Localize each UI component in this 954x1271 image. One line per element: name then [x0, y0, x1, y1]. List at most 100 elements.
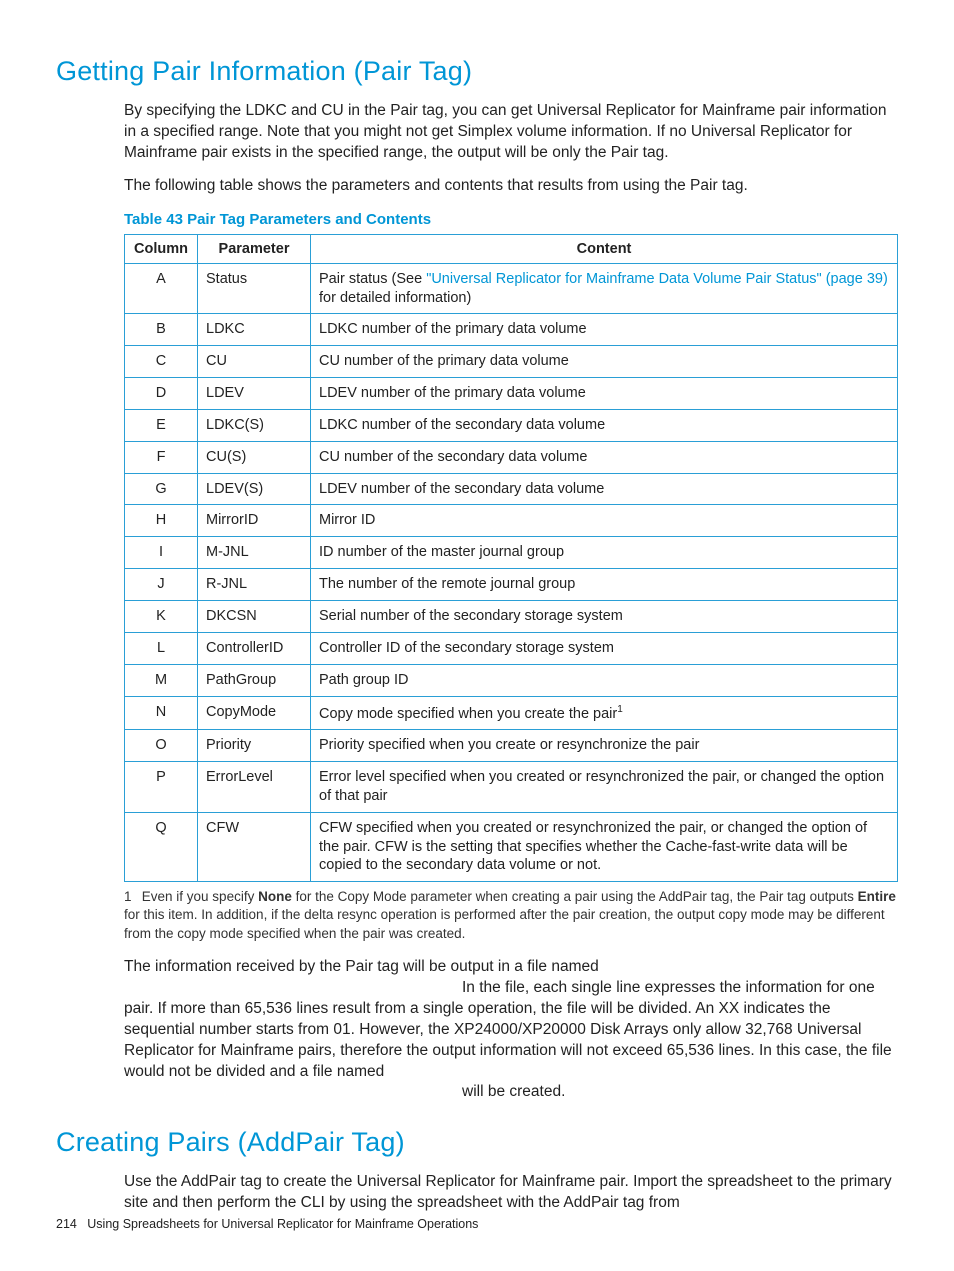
section1-p1: By specifying the LDKC and CU in the Pai…: [124, 101, 898, 164]
cell-parameter: CU: [198, 346, 311, 378]
cell-content: Copy mode specified when you create the …: [311, 696, 898, 730]
cell-content: LDEV number of the primary data volume: [311, 378, 898, 410]
after-line2-text: In the file, each single line expresses …: [124, 979, 892, 1080]
footnote-1: 1 Even if you specify None for the Copy …: [124, 888, 898, 943]
cell-content: ID number of the master journal group: [311, 537, 898, 569]
footnote-ref: 1: [617, 704, 623, 715]
heading-getting-pair-info: Getting Pair Information (Pair Tag): [56, 56, 898, 87]
footer-chapter: Using Spreadsheets for Universal Replica…: [87, 1217, 478, 1231]
cell-parameter: PathGroup: [198, 664, 311, 696]
cell-column: F: [125, 441, 198, 473]
cell-content: Serial number of the secondary storage s…: [311, 600, 898, 632]
table-row: OPriorityPriority specified when you cre…: [125, 730, 898, 762]
cell-parameter: M-JNL: [198, 537, 311, 569]
cell-column: P: [125, 762, 198, 813]
table-row: MPathGroupPath group ID: [125, 664, 898, 696]
after-line3: will be created.: [124, 1082, 898, 1103]
cell-column: M: [125, 664, 198, 696]
cell-content: LDEV number of the secondary data volume: [311, 473, 898, 505]
table-row: HMirrorIDMirror ID: [125, 505, 898, 537]
cell-content: CU number of the primary data volume: [311, 346, 898, 378]
cell-parameter: LDEV: [198, 378, 311, 410]
table-row: ELDKC(S)LDKC number of the secondary dat…: [125, 409, 898, 441]
th-column: Column: [125, 234, 198, 263]
table-row: KDKCSNSerial number of the secondary sto…: [125, 600, 898, 632]
cell-column: O: [125, 730, 198, 762]
cell-content: LDKC number of the primary data volume: [311, 314, 898, 346]
th-content: Content: [311, 234, 898, 263]
cell-content: Error level specified when you created o…: [311, 762, 898, 813]
cell-column: B: [125, 314, 198, 346]
cell-content: LDKC number of the secondary data volume: [311, 409, 898, 441]
cell-column: Q: [125, 812, 198, 882]
page: Getting Pair Information (Pair Tag) By s…: [0, 0, 954, 1271]
cell-column: I: [125, 537, 198, 569]
cell-column: N: [125, 696, 198, 730]
footnote-bold-none: None: [258, 889, 292, 904]
cell-column: K: [125, 600, 198, 632]
after-line2: In the file, each single line expresses …: [124, 978, 898, 1083]
cell-content: CU number of the secondary data volume: [311, 441, 898, 473]
table-row: DLDEVLDEV number of the primary data vol…: [125, 378, 898, 410]
after-line1-text: The information received by the Pair tag…: [124, 958, 599, 975]
cell-column: E: [125, 409, 198, 441]
cell-parameter: LDEV(S): [198, 473, 311, 505]
table-row: JR-JNLThe number of the remote journal g…: [125, 569, 898, 601]
heading-creating-pairs: Creating Pairs (AddPair Tag): [56, 1127, 898, 1158]
cell-parameter: DKCSN: [198, 600, 311, 632]
cell-parameter: ErrorLevel: [198, 762, 311, 813]
page-footer: 214 Using Spreadsheets for Universal Rep…: [56, 1217, 478, 1231]
cell-content: The number of the remote journal group: [311, 569, 898, 601]
table-row: PErrorLevelError level specified when yo…: [125, 762, 898, 813]
section1-p2: The following table shows the parameters…: [124, 176, 898, 197]
footnote-text-post: for this item. In addition, if the delta…: [124, 907, 885, 940]
cell-parameter: CFW: [198, 812, 311, 882]
section2-body: Use the AddPair tag to create the Univer…: [124, 1172, 898, 1214]
table-43: Column Parameter Content AStatusPair sta…: [124, 234, 898, 883]
th-parameter: Parameter: [198, 234, 311, 263]
footnote-text-mid: for the Copy Mode parameter when creatin…: [292, 889, 858, 904]
cell-column: C: [125, 346, 198, 378]
cell-parameter: LDKC: [198, 314, 311, 346]
cell-parameter: MirrorID: [198, 505, 311, 537]
xref-link[interactable]: "Universal Replicator for Mainframe Data…: [426, 271, 888, 287]
table-row: IM-JNLID number of the master journal gr…: [125, 537, 898, 569]
table-43-caption: Table 43 Pair Tag Parameters and Content…: [124, 211, 898, 228]
cell-content: Pair status (See "Universal Replicator f…: [311, 263, 898, 314]
cell-column: J: [125, 569, 198, 601]
cell-column: A: [125, 263, 198, 314]
table-row: GLDEV(S)LDEV number of the secondary dat…: [125, 473, 898, 505]
section2-p1: Use the AddPair tag to create the Univer…: [124, 1172, 898, 1214]
footnote-number: 1: [124, 888, 138, 906]
after-line1: The information received by the Pair tag…: [124, 957, 898, 978]
cell-column: G: [125, 473, 198, 505]
footnote-text-pre: Even if you specify: [142, 889, 258, 904]
cell-parameter: Status: [198, 263, 311, 314]
table-row: NCopyModeCopy mode specified when you cr…: [125, 696, 898, 730]
cell-parameter: CU(S): [198, 441, 311, 473]
footnote-bold-entire: Entire: [858, 889, 896, 904]
table-row: CCUCU number of the primary data volume: [125, 346, 898, 378]
cell-content: Controller ID of the secondary storage s…: [311, 632, 898, 664]
cell-column: H: [125, 505, 198, 537]
after-table-block: The information received by the Pair tag…: [124, 957, 898, 1103]
table-row: FCU(S)CU number of the secondary data vo…: [125, 441, 898, 473]
cell-content: Path group ID: [311, 664, 898, 696]
cell-content: Mirror ID: [311, 505, 898, 537]
after-line3-text: will be created.: [462, 1083, 565, 1100]
cell-parameter: Priority: [198, 730, 311, 762]
page-number: 214: [56, 1217, 77, 1231]
cell-content: Priority specified when you create or re…: [311, 730, 898, 762]
table-row: QCFWCFW specified when you created or re…: [125, 812, 898, 882]
table-row: AStatusPair status (See "Universal Repli…: [125, 263, 898, 314]
section1-body: By specifying the LDKC and CU in the Pai…: [124, 101, 898, 882]
table-row: LControllerIDController ID of the second…: [125, 632, 898, 664]
cell-parameter: LDKC(S): [198, 409, 311, 441]
cell-parameter: CopyMode: [198, 696, 311, 730]
cell-column: L: [125, 632, 198, 664]
table-row: BLDKCLDKC number of the primary data vol…: [125, 314, 898, 346]
cell-parameter: ControllerID: [198, 632, 311, 664]
cell-column: D: [125, 378, 198, 410]
cell-content: CFW specified when you created or resync…: [311, 812, 898, 882]
cell-parameter: R-JNL: [198, 569, 311, 601]
